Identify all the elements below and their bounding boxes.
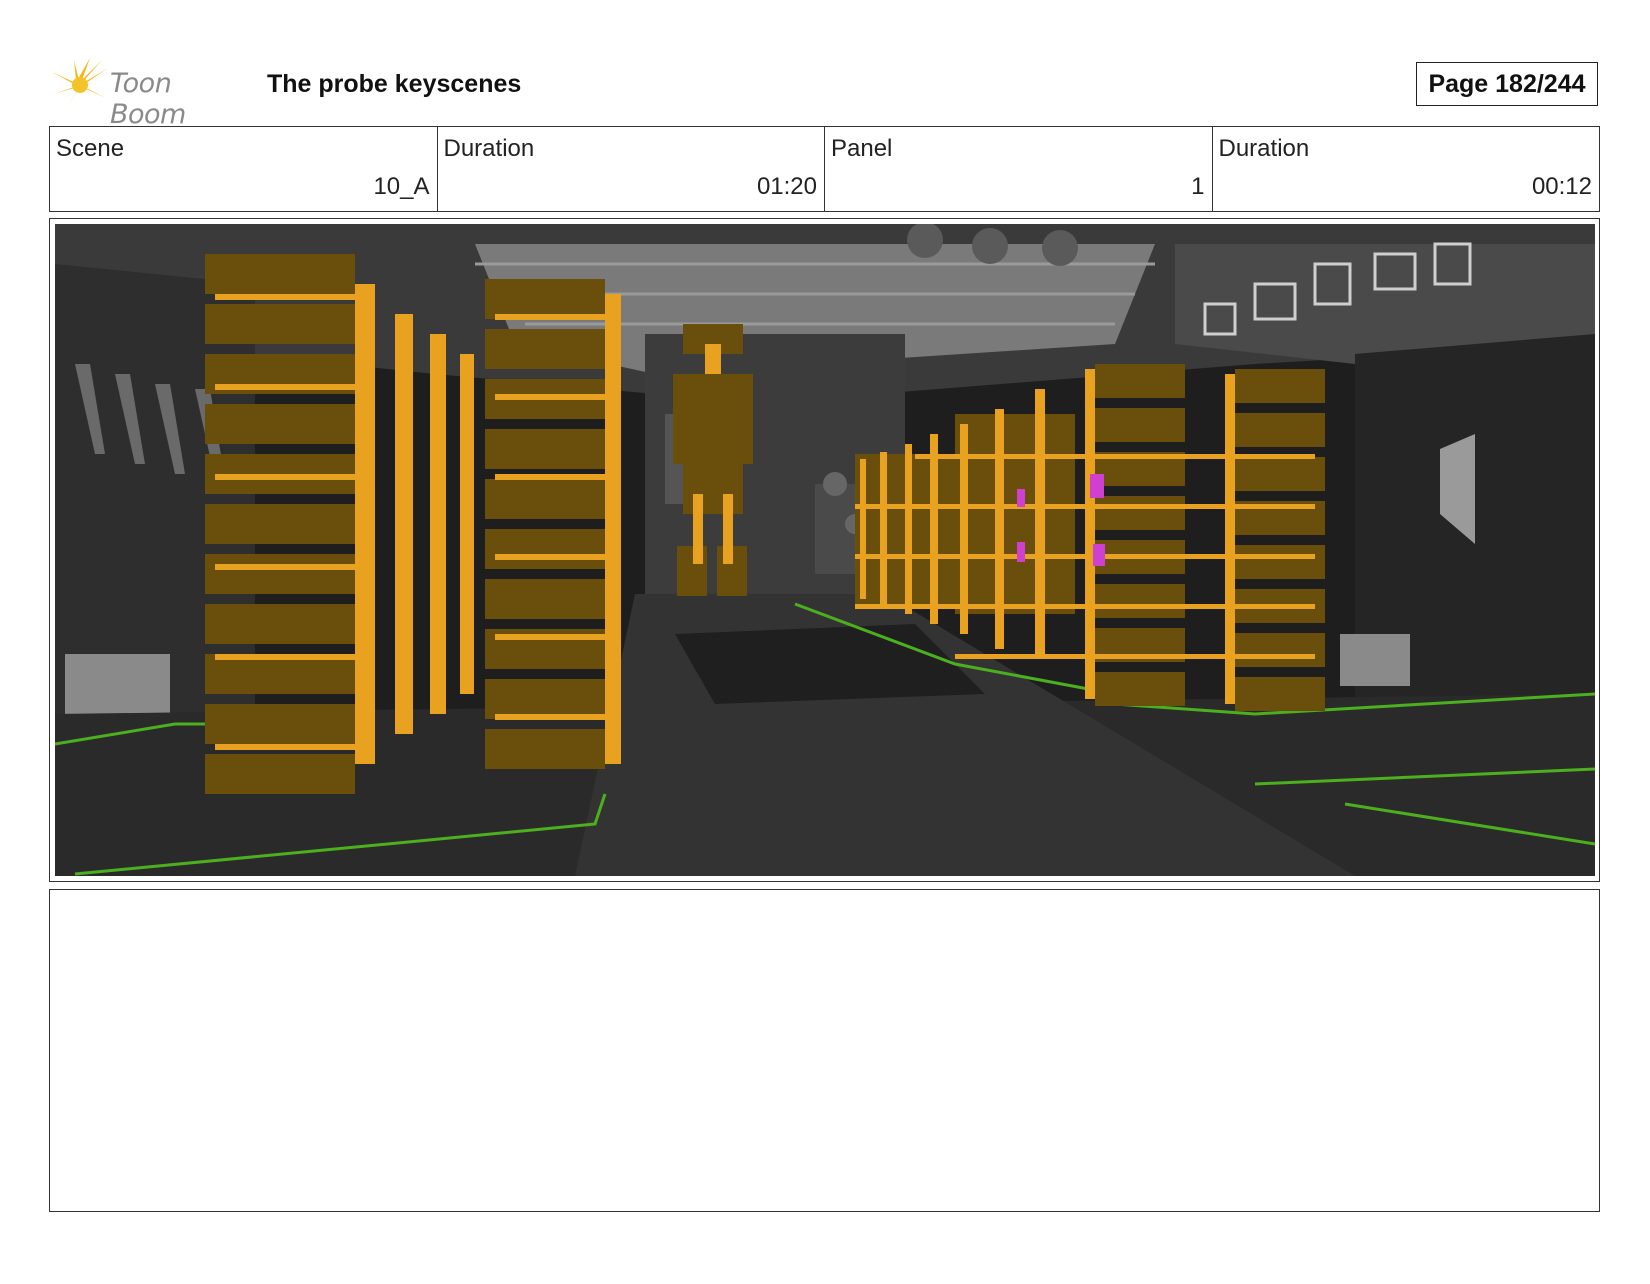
panel-notes-box [49,889,1600,1212]
panel-duration-cell: Duration 00:12 [1213,127,1600,211]
scene-duration-value: 01:20 [756,173,817,200]
scene-label: Scene [56,135,125,162]
page-number: Page 182/244 [1416,62,1598,106]
storyboard-frame-image [55,224,1595,876]
scene-info-table: Scene 10_A Duration 01:20 Panel 1 Durati… [49,126,1600,212]
panel-value: 1 [1191,173,1205,200]
star-burst-icon [52,58,108,110]
logo-text: Toon Boom [110,68,186,130]
panel-label: Panel [831,135,893,162]
toon-boom-logo: Toon Boom [52,58,252,130]
storyboard-panel-frame [49,218,1600,882]
scene-render [55,224,1595,876]
scene-duration-cell: Duration 01:20 [438,127,825,211]
panel-cell: Panel 1 [825,127,1213,211]
document-title: The probe keyscenes [267,70,522,98]
scene-duration-label: Duration [443,135,535,162]
panel-duration-value: 00:12 [1531,173,1592,200]
scene-value: 10_A [373,173,430,200]
panel-duration-label: Duration [1218,135,1310,162]
scene-cell: Scene 10_A [50,127,438,211]
